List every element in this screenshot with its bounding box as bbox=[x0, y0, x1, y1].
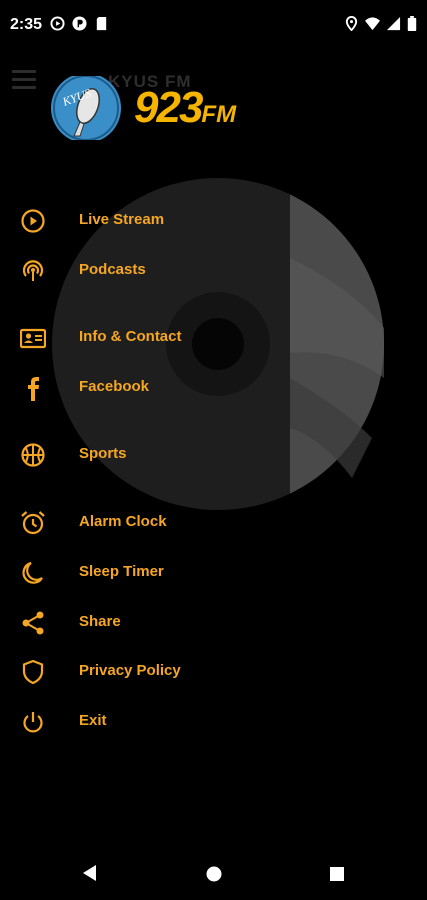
contact-card-icon bbox=[20, 328, 46, 349]
menu-item-podcasts[interactable]: Podcasts bbox=[0, 250, 300, 290]
menu-item-share[interactable]: Share bbox=[0, 602, 300, 642]
p-badge-icon bbox=[72, 16, 87, 31]
location-icon bbox=[345, 16, 358, 31]
menu-hamburger-icon[interactable] bbox=[12, 70, 36, 90]
alarm-clock-icon bbox=[21, 511, 45, 535]
menu-item-label: Sports bbox=[79, 445, 127, 462]
menu-item-label: Alarm Clock bbox=[79, 513, 167, 530]
signal-icon bbox=[386, 16, 401, 31]
menu-item-info-contact[interactable]: Info & Contact bbox=[0, 317, 300, 357]
menu-item-facebook[interactable]: Facebook bbox=[0, 367, 300, 407]
menu-item-label: Live Stream bbox=[79, 211, 165, 228]
menu-item-label: Facebook bbox=[79, 378, 150, 395]
shield-icon bbox=[22, 659, 44, 685]
moon-icon bbox=[22, 561, 43, 584]
menu-item-sports[interactable]: Sports bbox=[0, 434, 300, 474]
menu-item-privacy-policy[interactable]: Privacy Policy bbox=[0, 651, 300, 691]
system-nav-bar bbox=[0, 845, 427, 900]
menu-item-label: Share bbox=[79, 613, 121, 630]
sd-card-icon bbox=[96, 16, 107, 31]
menu-item-live-stream[interactable]: Live Stream bbox=[0, 200, 300, 240]
play-circle-icon bbox=[50, 16, 65, 31]
battery-icon bbox=[407, 16, 417, 31]
back-icon[interactable] bbox=[80, 863, 98, 883]
power-icon bbox=[23, 712, 43, 733]
logo-frequency: 923FM bbox=[134, 83, 237, 132]
menu-item-sleep-timer[interactable]: Sleep Timer bbox=[0, 552, 300, 592]
podcast-icon bbox=[22, 260, 44, 281]
status-time: 2:35 bbox=[10, 16, 43, 33]
menu-item-label: Privacy Policy bbox=[79, 662, 181, 679]
wifi-icon bbox=[365, 17, 380, 31]
menu-item-alarm-clock[interactable]: Alarm Clock bbox=[0, 502, 300, 542]
menu-item-label: Podcasts bbox=[79, 261, 146, 278]
menu-item-label: Sleep Timer bbox=[79, 563, 164, 580]
facebook-icon bbox=[28, 377, 39, 401]
menu-item-label: Info & Contact bbox=[79, 328, 182, 345]
home-icon[interactable] bbox=[205, 865, 223, 883]
status-bar: 2:35 bbox=[0, 0, 427, 48]
recents-icon[interactable] bbox=[329, 866, 345, 882]
basketball-icon bbox=[21, 443, 45, 467]
menu-item-label: Exit bbox=[79, 712, 107, 729]
share-icon bbox=[22, 611, 44, 635]
menu-item-exit[interactable]: Exit bbox=[0, 701, 300, 741]
play-circle-icon bbox=[21, 209, 45, 233]
